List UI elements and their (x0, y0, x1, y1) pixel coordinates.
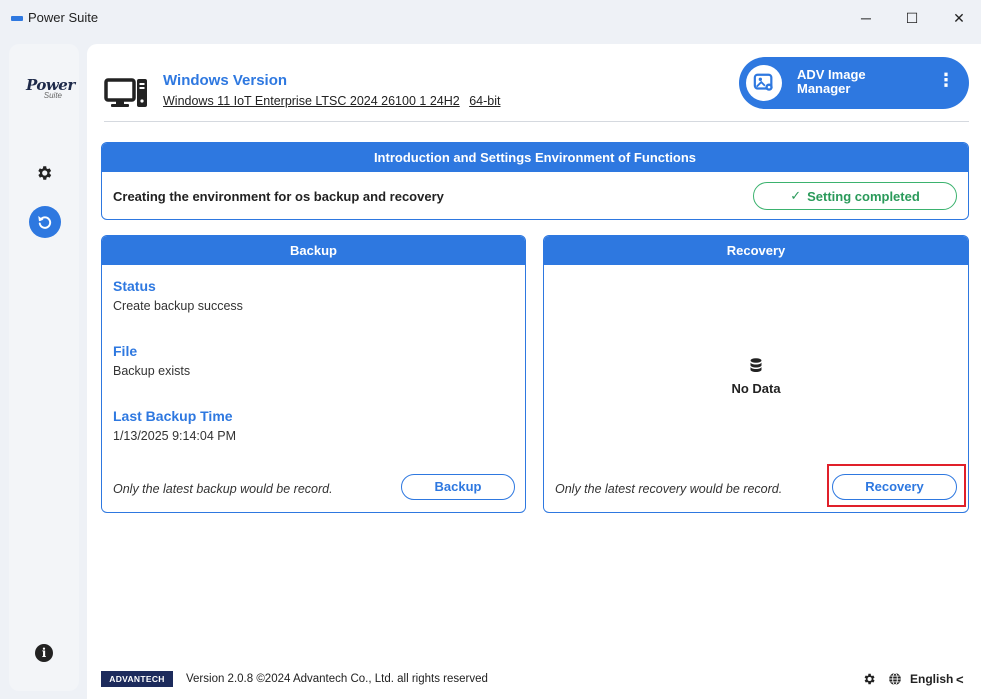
backup-panel-title: Backup (102, 236, 525, 265)
image-manager-glyph (753, 73, 773, 91)
database-icon (750, 358, 762, 372)
last-backup-time-label: Last Backup Time (113, 408, 233, 424)
no-data-text: No Data (731, 381, 781, 396)
minimize-button[interactable]: ─ (852, 6, 880, 30)
intro-panel-title: Introduction and Settings Environment of… (102, 143, 968, 172)
more-options-icon[interactable]: ⋮ (937, 70, 955, 91)
version-text: Version 2.0.8 ©2024 Advantech Co., Ltd. … (186, 673, 488, 685)
recovery-panel-title: Recovery (544, 236, 968, 265)
backup-note: Only the latest backup would be record. (113, 482, 333, 496)
intro-description: Creating the environment for os backup a… (113, 189, 444, 204)
adv-image-manager-button[interactable]: ADV Image Manager ⋮ (739, 57, 969, 109)
sidebar: Power Suite i (9, 44, 79, 691)
app-icon (11, 16, 23, 21)
windows-version-label: Windows Version (163, 72, 288, 89)
backup-status-label: Status (113, 278, 156, 294)
setting-status-text: Setting completed (807, 188, 920, 204)
windows-version-text: Windows 11 IoT Enterprise LTSC 2024 2610… (163, 94, 460, 108)
header-divider (104, 121, 969, 122)
adv-image-manager-label: ADV Image Manager (797, 67, 866, 96)
windows-arch: 64-bit (469, 94, 501, 108)
computer-icon (104, 78, 147, 107)
recovery-note: Only the latest recovery would be record… (555, 482, 783, 496)
language-selector[interactable]: English (910, 672, 953, 686)
close-button[interactable]: ✕ (945, 6, 973, 30)
backup-file-value: Backup exists (113, 364, 191, 378)
restore-glyph (38, 216, 52, 229)
backup-file-label: File (113, 343, 138, 359)
intro-panel: Introduction and Settings Environment of… (101, 142, 969, 220)
title-bar: Power Suite ─ ☐ ✕ (0, 0, 981, 36)
info-icon[interactable]: i (35, 644, 53, 662)
chevron-left-icon[interactable]: < (956, 672, 964, 687)
restore-icon[interactable] (29, 206, 61, 238)
last-backup-time-value: 1/13/2025 9:14:04 PM (113, 429, 237, 443)
image-manager-icon (746, 65, 782, 101)
setting-status-badge: ✓ Setting completed (753, 182, 957, 210)
maximize-button[interactable]: ☐ (898, 6, 926, 30)
advantech-logo: ADVANTECH (101, 671, 173, 687)
check-icon: ✓ (790, 188, 802, 203)
main-content: Windows Version Windows 11 IoT Enterpris… (87, 44, 981, 699)
power-suite-logo: Power Suite (26, 76, 75, 100)
backup-status-value: Create backup success (113, 299, 243, 313)
backup-button[interactable]: Backup (401, 474, 515, 500)
globe-icon[interactable] (888, 672, 902, 686)
window-title: Power Suite (28, 10, 99, 25)
windows-version-value: Windows 11 IoT Enterprise LTSC 2024 2610… (163, 94, 500, 108)
backup-panel: Backup Status Create backup success File… (101, 235, 526, 513)
recovery-button-highlight (827, 464, 966, 507)
gear-icon[interactable] (35, 164, 53, 182)
empty-state: No Data (544, 358, 968, 396)
gear-icon[interactable] (862, 672, 876, 686)
